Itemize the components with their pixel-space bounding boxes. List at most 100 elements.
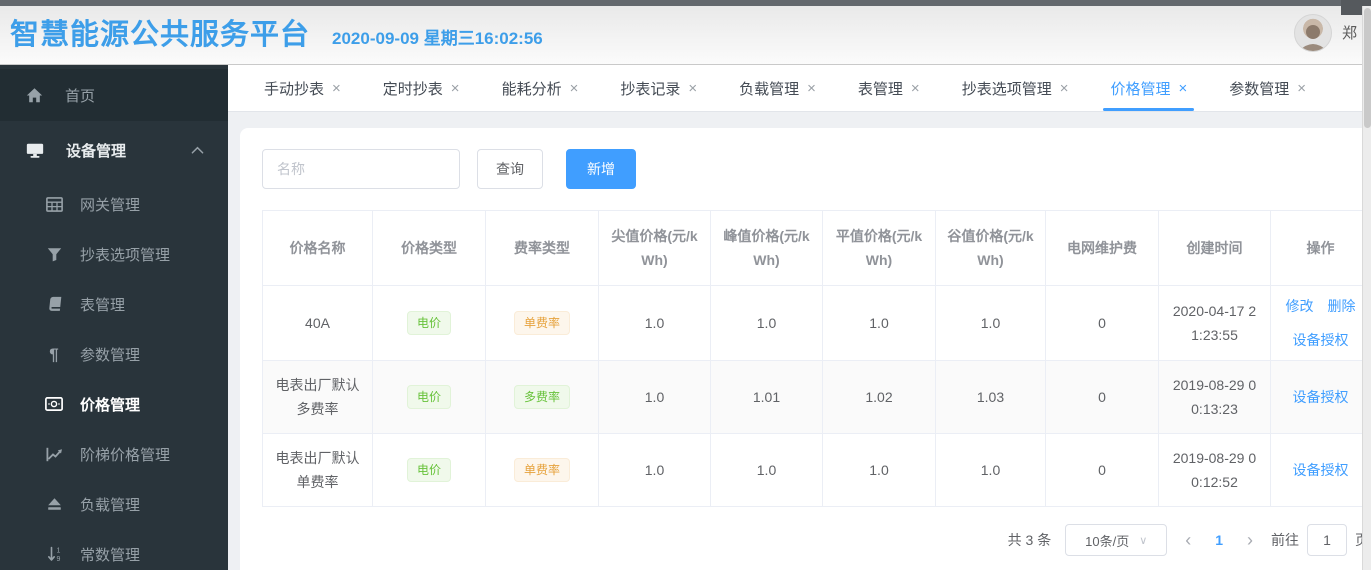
close-icon[interactable]: × xyxy=(332,80,341,97)
toolbar: 查询 新增 xyxy=(262,149,1371,189)
vertical-scrollbar[interactable] xyxy=(1362,6,1371,570)
tab-manual-reading[interactable]: 手动抄表 × xyxy=(243,65,362,111)
table-row: 电表出厂默认多费率 电价 多费率 1.0 1.01 1.02 1.03 0 20… xyxy=(263,361,1371,434)
tab-label: 表管理 xyxy=(857,80,903,98)
name-search-input[interactable] xyxy=(262,149,460,189)
cell-rate-type: 单费率 xyxy=(486,286,599,361)
sidebar-item-home[interactable]: 首页 xyxy=(0,69,228,121)
sidebar-item-price-management[interactable]: 价格管理 xyxy=(0,379,228,429)
sidebar-item-label: 抄表选项管理 xyxy=(80,246,171,264)
cell-actions: 设备授权 xyxy=(1271,434,1371,507)
col-actions: 操作 xyxy=(1271,211,1371,286)
close-icon[interactable]: × xyxy=(688,80,697,97)
tab-label: 手动抄表 xyxy=(264,80,325,98)
col-valley-price: 谷值价格(元/kWh) xyxy=(936,211,1046,286)
page-title: 智慧能源公共服务平台 xyxy=(10,19,311,51)
next-page-button[interactable]: › xyxy=(1243,530,1257,551)
device-auth-link[interactable]: 设备授权 xyxy=(1293,328,1349,352)
page-number[interactable]: 1 xyxy=(1209,532,1229,548)
prev-page-button[interactable]: ‹ xyxy=(1181,530,1195,551)
page-size-value: 10条/页 xyxy=(1085,533,1130,549)
sidebar-item-parameter-management[interactable]: ¶ 参数管理 xyxy=(0,329,228,379)
col-grid-fee: 电网维护费 xyxy=(1046,211,1159,286)
tab-price-management[interactable]: 价格管理 × xyxy=(1089,65,1208,111)
sidebar-item-reading-options-management[interactable]: 抄表选项管理 xyxy=(0,229,228,279)
add-button[interactable]: 新增 xyxy=(566,149,636,189)
cell-valley: 1.03 xyxy=(936,361,1046,434)
cell-rate-type: 单费率 xyxy=(486,434,599,507)
tab-load-management[interactable]: 负载管理 × xyxy=(718,65,837,111)
person-icon xyxy=(1298,24,1327,51)
sidebar-item-tiered-price-management[interactable]: 阶梯价格管理 xyxy=(0,429,228,479)
price-table: 价格名称 价格类型 费率类型 尖值价格(元/kWh) 峰值价格(元/kWh) 平… xyxy=(262,210,1371,507)
edit-link[interactable]: 修改 xyxy=(1286,294,1314,318)
sidebar-item-constant-management[interactable]: 1 9 常数管理 xyxy=(0,529,228,570)
close-icon[interactable]: × xyxy=(570,80,579,97)
cell-peak: 1.0 xyxy=(711,434,823,507)
goto-page-input[interactable] xyxy=(1307,524,1347,556)
col-created: 创建时间 xyxy=(1159,211,1271,286)
sidebar-item-label: 阶梯价格管理 xyxy=(80,446,171,464)
username-label: 郑 xyxy=(1341,25,1357,42)
cell-flat: 1.0 xyxy=(823,286,936,361)
tab-reading-records[interactable]: 抄表记录 × xyxy=(599,65,718,111)
cell-price-type: 电价 xyxy=(373,286,486,361)
tab-label: 价格管理 xyxy=(1110,80,1171,98)
cell-actions: 设备授权 xyxy=(1271,361,1371,434)
close-icon[interactable]: × xyxy=(451,80,460,97)
tab-label: 能耗分析 xyxy=(501,80,562,98)
close-icon[interactable]: × xyxy=(1297,80,1306,97)
chevron-up-icon xyxy=(191,146,204,154)
total-count-label: 共 3 条 xyxy=(1007,532,1052,548)
tab-label: 参数管理 xyxy=(1229,80,1290,98)
main-area: 手动抄表 × 定时抄表 × 能耗分析 × 抄表记录 × 负载管理 × 表管理 × xyxy=(228,65,1371,570)
query-button[interactable]: 查询 xyxy=(477,149,543,189)
cell-created: 2020-04-17 21:23:55 xyxy=(1159,286,1271,361)
cell-created: 2019-08-29 00:12:52 xyxy=(1159,434,1271,507)
col-price-type: 价格类型 xyxy=(373,211,486,286)
tab-label: 定时抄表 xyxy=(382,80,443,98)
tab-meter-management[interactable]: 表管理 × xyxy=(837,65,941,111)
sidebar-item-label: 表管理 xyxy=(80,296,126,314)
tab-bar: 手动抄表 × 定时抄表 × 能耗分析 × 抄表记录 × 负载管理 × 表管理 × xyxy=(228,65,1371,112)
cell-grid-fee: 0 xyxy=(1046,286,1159,361)
rate-type-badge: 单费率 xyxy=(513,311,570,335)
sidebar-item-gateway-management[interactable]: 网关管理 xyxy=(0,179,228,229)
tab-scheduled-reading[interactable]: 定时抄表 × xyxy=(362,65,481,111)
sort-numeric-icon: 1 9 xyxy=(47,546,60,562)
sidebar-item-load-management[interactable]: 负载管理 xyxy=(0,479,228,529)
cell-peak: 1.0 xyxy=(711,286,823,361)
cell-price-type: 电价 xyxy=(373,361,486,434)
page-size-select[interactable]: 10条/页 ∨ xyxy=(1065,524,1168,556)
delete-link[interactable]: 删除 xyxy=(1328,294,1356,318)
tab-label: 抄表选项管理 xyxy=(961,80,1052,98)
tab-label: 抄表记录 xyxy=(620,80,681,98)
cell-grid-fee: 0 xyxy=(1046,434,1159,507)
cell-price-name: 电表出厂默认单费率 xyxy=(263,434,373,507)
cell-price-name: 电表出厂默认多费率 xyxy=(263,361,373,434)
tab-label: 负载管理 xyxy=(739,80,800,98)
goto-label: 前往 xyxy=(1271,532,1299,548)
grid-icon xyxy=(45,196,63,212)
sidebar-item-meter-management[interactable]: 表管理 xyxy=(0,279,228,329)
close-icon[interactable]: × xyxy=(1060,80,1069,97)
sidebar-item-label: 网关管理 xyxy=(80,196,141,214)
sidebar-item-device-management[interactable]: 设备管理 xyxy=(0,121,228,179)
device-auth-link[interactable]: 设备授权 xyxy=(1293,385,1349,409)
sidebar-item-label: 价格管理 xyxy=(80,396,141,414)
close-icon[interactable]: × xyxy=(911,80,920,97)
close-icon[interactable]: × xyxy=(807,80,816,97)
device-auth-link[interactable]: 设备授权 xyxy=(1293,458,1349,482)
scrollbar-thumb[interactable] xyxy=(1364,8,1371,128)
cell-flat: 1.0 xyxy=(823,434,936,507)
table-row: 40A 电价 单费率 1.0 1.0 1.0 1.0 0 2020-04-17 … xyxy=(263,286,1371,361)
tab-reading-options-management[interactable]: 抄表选项管理 × xyxy=(941,65,1090,111)
tab-energy-analysis[interactable]: 能耗分析 × xyxy=(481,65,600,111)
close-icon[interactable]: × xyxy=(1178,80,1187,97)
cell-created: 2019-08-29 00:13:23 xyxy=(1159,361,1271,434)
avatar[interactable] xyxy=(1293,13,1332,52)
chevron-down-icon: ∨ xyxy=(1139,534,1148,547)
app-window: 智慧能源公共服务平台 2020-09-09 星期三16:02:56 郑 首页 设… xyxy=(0,0,1371,570)
tab-parameter-management[interactable]: 参数管理 × xyxy=(1208,65,1327,111)
cell-price-name: 40A xyxy=(263,286,373,361)
